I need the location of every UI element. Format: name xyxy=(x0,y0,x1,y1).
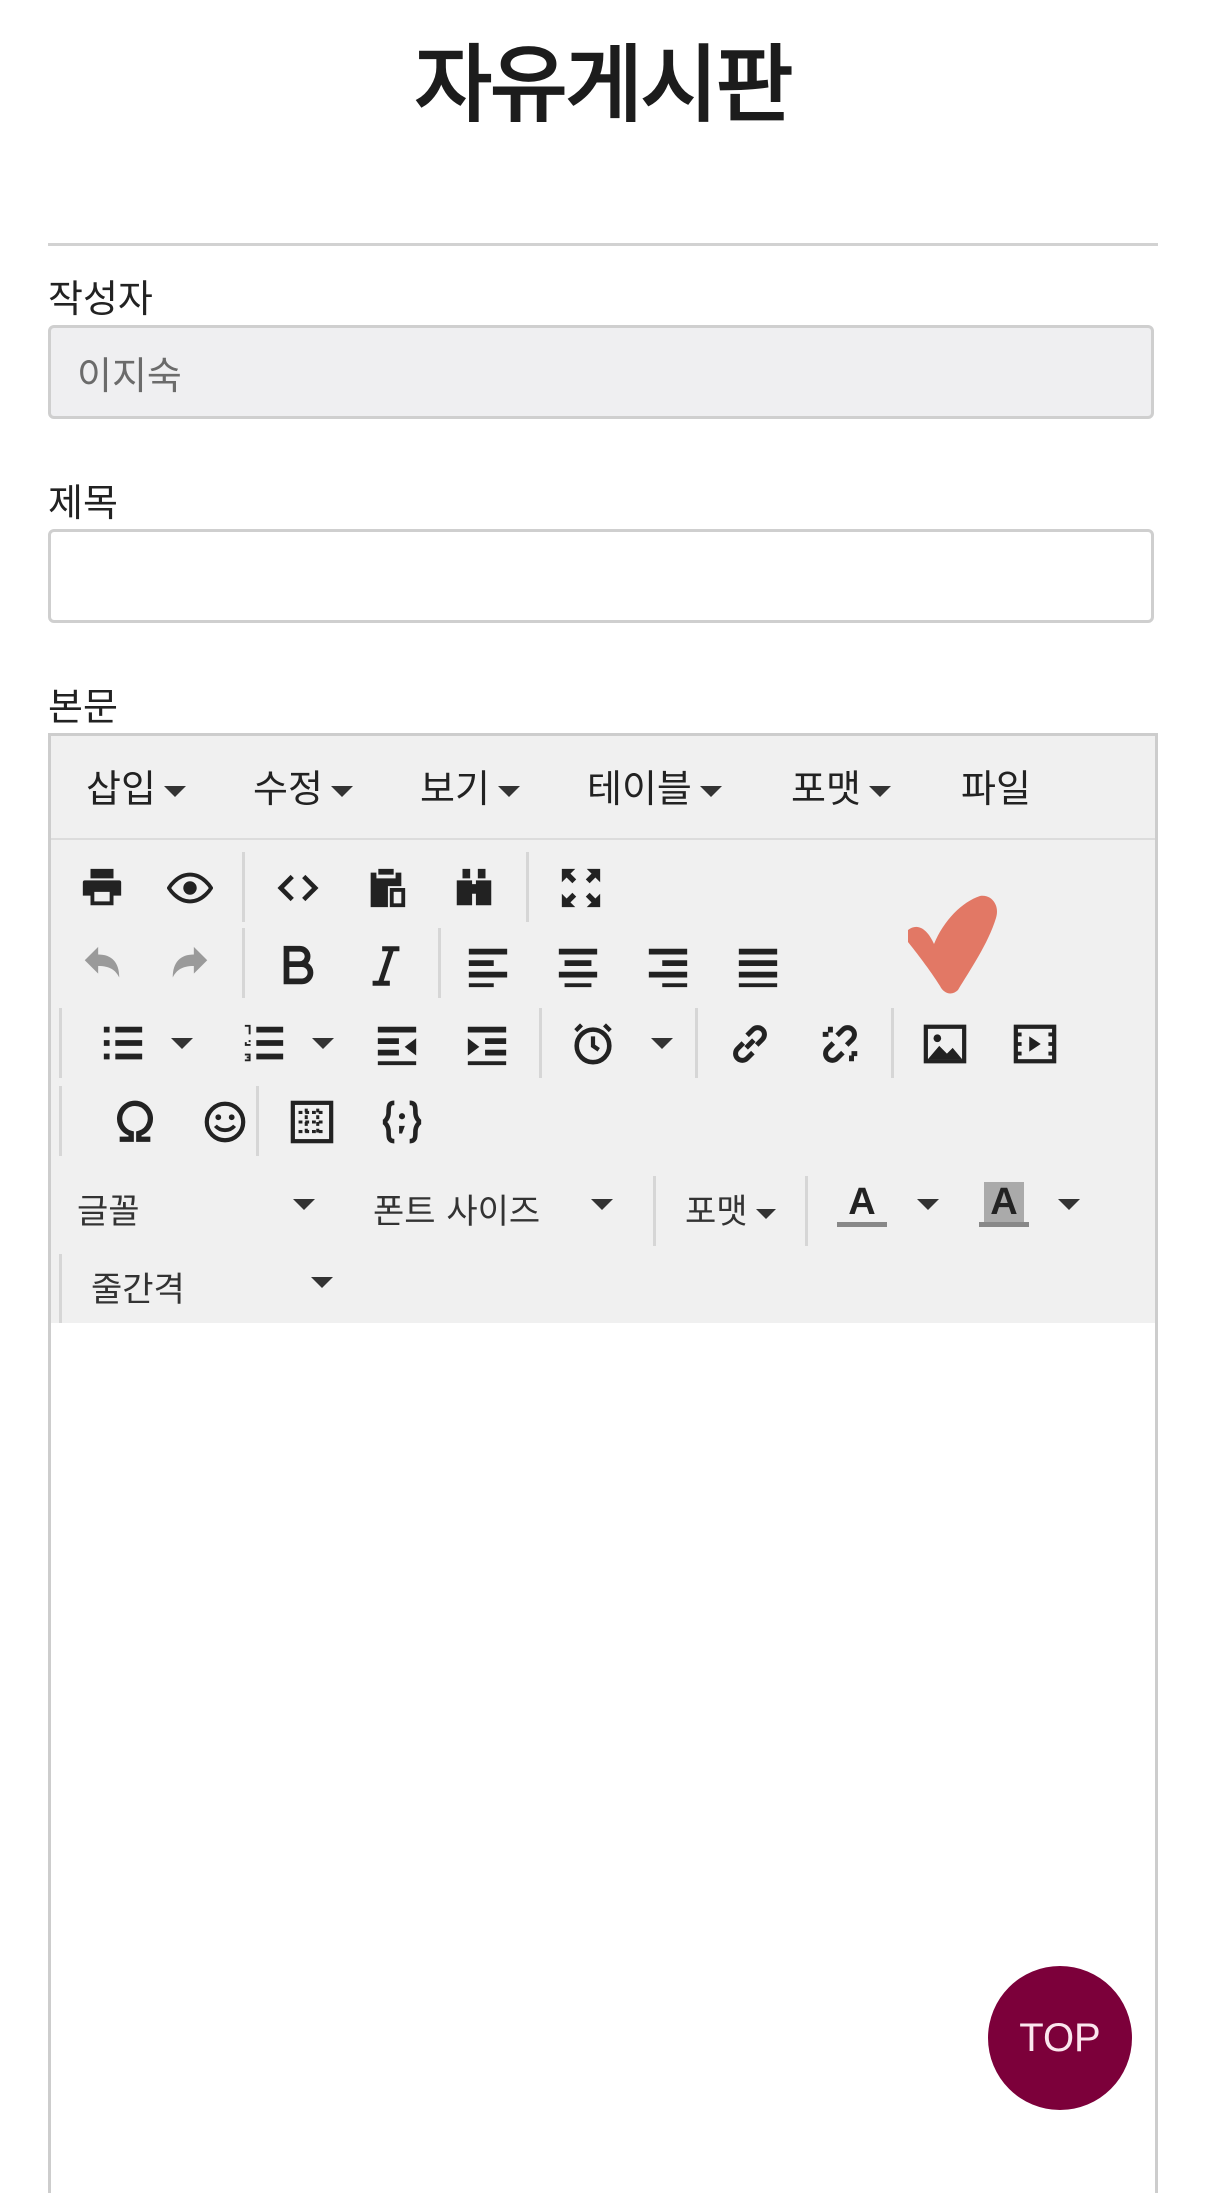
line-height-select[interactable]: 줄간격 xyxy=(91,1262,185,1311)
line-height-dropdown-icon[interactable] xyxy=(311,1277,333,1288)
menu-insert[interactable]: 삽입 xyxy=(86,764,186,814)
author-label: 작성자 xyxy=(48,277,153,321)
print-icon[interactable] xyxy=(74,860,130,916)
undo-icon[interactable] xyxy=(74,938,130,994)
chevron-down-icon xyxy=(699,786,722,797)
toolbar-separator xyxy=(653,1176,656,1246)
toolbar-separator xyxy=(438,928,441,998)
bold-icon[interactable] xyxy=(270,938,326,994)
toolbar-separator xyxy=(59,1086,62,1156)
link-icon[interactable] xyxy=(722,1016,778,1072)
divider xyxy=(48,243,1158,246)
menu-format[interactable]: 포맷 xyxy=(791,764,891,814)
menu-table-label: 테이블 xyxy=(587,767,692,811)
menu-file[interactable]: 파일 xyxy=(961,764,1031,814)
code-icon[interactable] xyxy=(270,860,326,916)
text-color-swatch xyxy=(837,1221,887,1227)
find-replace-icon[interactable] xyxy=(446,860,502,916)
font-size-select[interactable]: 폰트 사이즈 xyxy=(373,1184,540,1233)
image-icon[interactable] xyxy=(917,1016,973,1072)
align-left-icon[interactable] xyxy=(460,938,516,994)
unlink-icon[interactable] xyxy=(812,1016,868,1072)
numbered-list-icon[interactable] xyxy=(236,1016,292,1072)
check-annotation-icon xyxy=(908,895,998,994)
align-justify-icon[interactable] xyxy=(730,938,786,994)
menu-edit[interactable]: 수정 xyxy=(253,764,353,814)
editor-menubar: 삽입 수정 보기 테이블 포맷 파일 xyxy=(51,736,1155,840)
chevron-down-icon xyxy=(497,786,520,797)
menu-format-label: 포맷 xyxy=(791,767,861,811)
menu-view[interactable]: 보기 xyxy=(420,764,520,814)
format-label: 포맷 xyxy=(685,1192,748,1232)
font-size-label: 폰트 사이즈 xyxy=(373,1192,541,1232)
editor-content-area[interactable] xyxy=(51,1323,1155,2193)
indent-icon[interactable] xyxy=(459,1016,515,1072)
bullet-list-icon[interactable] xyxy=(95,1016,151,1072)
toolbar-separator xyxy=(59,1008,62,1078)
toolbar-separator xyxy=(256,1086,259,1156)
align-center-icon[interactable] xyxy=(550,938,606,994)
outdent-icon[interactable] xyxy=(369,1016,425,1072)
clock-icon[interactable] xyxy=(565,1016,621,1072)
menu-view-label: 보기 xyxy=(420,767,490,811)
background-color-button[interactable]: A xyxy=(976,1176,1032,1232)
toolbar-separator xyxy=(891,1008,894,1078)
title-label: 제목 xyxy=(48,481,118,525)
datetime-dropdown-icon[interactable] xyxy=(651,1038,673,1049)
template-icon[interactable] xyxy=(284,1094,340,1150)
toolbar-separator xyxy=(526,852,529,922)
menu-edit-label: 수정 xyxy=(253,767,323,811)
menu-table[interactable]: 테이블 xyxy=(587,764,722,814)
chevron-down-icon xyxy=(330,786,353,797)
line-height-label: 줄간격 xyxy=(91,1270,185,1310)
author-field[interactable] xyxy=(48,325,1154,419)
italic-icon[interactable] xyxy=(358,938,414,994)
menu-insert-label: 삽입 xyxy=(86,767,156,811)
code-sample-icon[interactable] xyxy=(374,1094,430,1150)
numbered-list-dropdown-icon[interactable] xyxy=(312,1038,334,1049)
chevron-down-icon xyxy=(868,786,891,797)
font-family-dropdown-icon[interactable] xyxy=(293,1199,315,1210)
chevron-down-icon xyxy=(755,1208,776,1219)
text-color-icon: A xyxy=(848,1180,876,1223)
background-color-swatch xyxy=(979,1221,1029,1227)
chevron-down-icon xyxy=(163,786,186,797)
paste-icon[interactable] xyxy=(358,860,414,916)
background-color-icon: A xyxy=(984,1181,1024,1222)
toolbar-separator xyxy=(539,1008,542,1078)
toolbar-separator xyxy=(242,852,245,922)
toolbar-separator xyxy=(805,1176,808,1246)
special-character-icon[interactable] xyxy=(107,1094,163,1150)
fullscreen-icon[interactable] xyxy=(553,860,609,916)
background-color-dropdown-icon[interactable] xyxy=(1058,1199,1080,1210)
toolbar-separator xyxy=(59,1254,62,1324)
page-title: 자유게시판 xyxy=(414,36,793,134)
font-size-dropdown-icon[interactable] xyxy=(591,1199,613,1210)
format-select[interactable]: 포맷 xyxy=(685,1184,776,1233)
scroll-to-top-button[interactable]: TOP xyxy=(988,1966,1132,2110)
menu-file-label: 파일 xyxy=(961,767,1031,811)
redo-icon[interactable] xyxy=(162,938,218,994)
font-family-label: 글꼴 xyxy=(77,1192,140,1232)
toolbar-separator xyxy=(695,1008,698,1078)
font-family-select[interactable]: 글꼴 xyxy=(77,1184,140,1233)
align-right-icon[interactable] xyxy=(640,938,696,994)
toolbar-separator xyxy=(242,928,245,998)
title-field[interactable] xyxy=(48,529,1154,623)
text-color-dropdown-icon[interactable] xyxy=(917,1199,939,1210)
text-color-button[interactable]: A xyxy=(834,1176,890,1232)
bullet-list-dropdown-icon[interactable] xyxy=(171,1038,193,1049)
emoticon-icon[interactable] xyxy=(197,1094,253,1150)
preview-icon[interactable] xyxy=(162,860,218,916)
body-label: 본문 xyxy=(48,685,118,729)
media-icon[interactable] xyxy=(1007,1016,1063,1072)
